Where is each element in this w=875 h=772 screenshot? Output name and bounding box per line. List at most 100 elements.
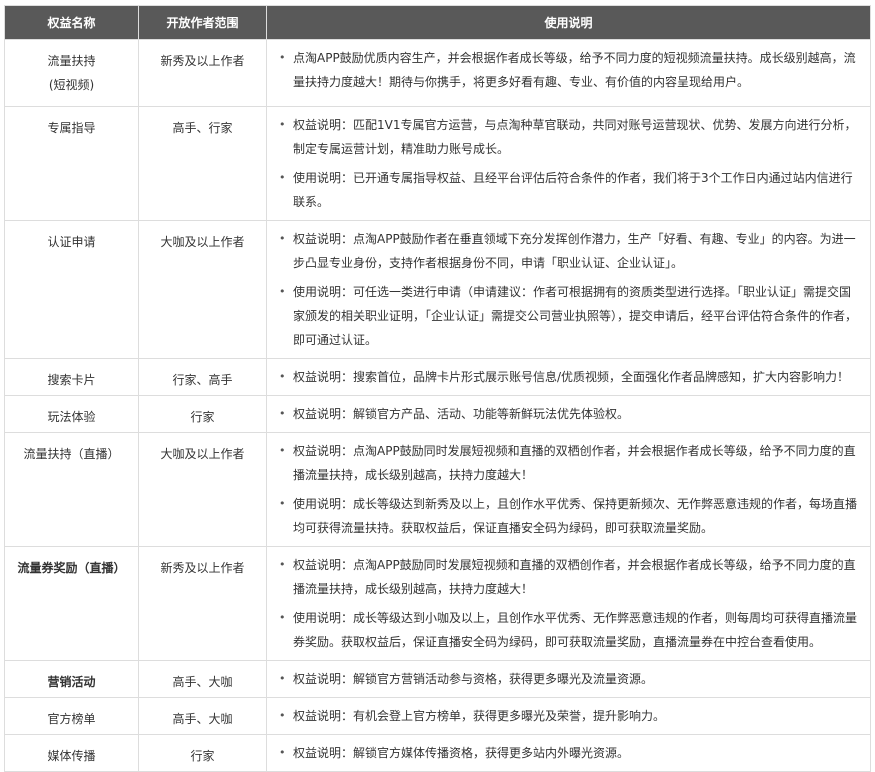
rights-name: 官方榜单 — [47, 712, 96, 726]
list-item: • 使用说明：成长等级达到新秀及以上，且创作水平优秀、保持更新频次、无作弊恶意违规… — [279, 492, 860, 540]
rights-name-cell: 流量券奖励（直播） — [4, 546, 139, 661]
rights-name-sub: (短视频) — [48, 78, 95, 92]
bullet-icon: • — [279, 51, 286, 64]
usage-notes-list: • 权益说明：点淘APP鼓励同时发展短视频和直播的双栖创作者，并会根据作者成长等级… — [279, 439, 860, 540]
rights-name: 流量扶持（直播） — [23, 447, 120, 461]
list-item: • 权益说明：匹配1V1专属官方运营，与点淘种草官联动，共同对账号运营现状、优势、… — [279, 113, 860, 161]
list-item: • 权益说明：解锁官方产品、活动、功能等新鲜玩法优先体验权。 — [279, 402, 860, 426]
rights-name: 玩法体验 — [47, 410, 96, 424]
table-row: 营销活动 高手、大咖 • 权益说明：解锁官方营销活动参与资格，获得更多曝光及流量资源。 — [4, 660, 871, 698]
author-scope-cell: 高手、大咖 — [138, 697, 267, 735]
author-scope: 新秀及以上作者 — [160, 54, 245, 68]
table-row: 流量扶持（直播） 大咖及以上作者 • 权益说明：点淘APP鼓励同时发展短视频和直播的双… — [4, 432, 871, 547]
author-scope-cell: 行家 — [138, 395, 267, 433]
table-row: 流量扶持 (短视频) 新秀及以上作者 • 点淘APP鼓励优质内容生产，并会根据作者成长等… — [4, 39, 871, 107]
usage-notes-cell: • 权益说明：解锁官方产品、活动、功能等新鲜玩法优先体验权。 — [266, 395, 871, 433]
usage-notes-list: • 权益说明：解锁官方产品、活动、功能等新鲜玩法优先体验权。 — [279, 402, 860, 426]
author-scope-cell: 高手、行家 — [138, 106, 267, 221]
table-row: 专属指导 高手、行家 • 权益说明：匹配1V1专属官方运营，与点淘种草官联动，共同对账… — [4, 106, 871, 221]
usage-note-text: 权益说明：点淘APP鼓励同时发展短视频和直播的双栖创作者，并会根据作者成长等级，… — [293, 558, 856, 596]
bullet-icon: • — [279, 285, 286, 298]
list-item: • 点淘APP鼓励优质内容生产，并会根据作者成长等级，给予不同力度的短视频流量扶持… — [279, 46, 860, 94]
bullet-icon: • — [279, 118, 286, 131]
author-scope: 行家、高手 — [172, 373, 233, 387]
rights-name: 流量扶持 — [47, 54, 96, 68]
usage-notes-list: • 权益说明：点淘APP鼓励同时发展短视频和直播的双栖创作者，并会根据作者成长等级… — [279, 553, 860, 654]
author-scope-cell: 大咖及以上作者 — [138, 432, 267, 547]
usage-notes-cell: • 点淘APP鼓励优质内容生产，并会根据作者成长等级，给予不同力度的短视频流量扶持… — [266, 39, 871, 107]
usage-notes-cell: • 权益说明：点淘APP鼓励同时发展短视频和直播的双栖创作者，并会根据作者成长等级… — [266, 432, 871, 547]
list-item: • 权益说明：有机会登上官方榜单，获得更多曝光及荣誉，提升影响力。 — [279, 704, 860, 728]
rights-name-cell: 玩法体验 — [4, 395, 139, 433]
usage-note-text: 权益说明：点淘APP鼓励同时发展短视频和直播的双栖创作者，并会根据作者成长等级，… — [293, 444, 856, 482]
author-scope-cell: 行家、高手 — [138, 358, 267, 396]
usage-notes-list: • 权益说明：点淘APP鼓励作者在垂直领域下充分发挥创作潜力，生产「好看、有趣、专… — [279, 227, 860, 352]
list-item: • 权益说明：搜索首位，品牌卡片形式展示账号信息/优质视频，全面强化作者品牌感知，… — [279, 365, 860, 389]
list-item: • 权益说明：解锁官方营销活动参与资格，获得更多曝光及流量资源。 — [279, 667, 860, 691]
list-item: • 权益说明：点淘APP鼓励同时发展短视频和直播的双栖创作者，并会根据作者成长等级… — [279, 439, 860, 487]
rights-name-cell: 流量扶持（直播） — [4, 432, 139, 547]
usage-note-text: 权益说明：解锁官方营销活动参与资格，获得更多曝光及流量资源。 — [293, 672, 654, 686]
usage-note-text: 权益说明：搜索首位，品牌卡片形式展示账号信息/优质视频，全面强化作者品牌感知，扩… — [293, 370, 850, 384]
author-scope-cell: 高手、大咖 — [138, 660, 267, 698]
rights-name: 搜索卡片 — [47, 373, 96, 387]
table-header: 权益名称 开放作者范围 使用说明 — [4, 5, 871, 40]
header-author-scope: 开放作者范围 — [138, 5, 267, 40]
usage-note-text: 使用说明：已开通专属指导权益、且经平台评估后符合条件的作者，我们将于3个工作日内… — [293, 171, 853, 209]
bullet-icon: • — [279, 746, 286, 759]
table-row: 搜索卡片 行家、高手 • 权益说明：搜索首位，品牌卡片形式展示账号信息/优质视频，全面… — [4, 358, 871, 396]
usage-notes-list: • 点淘APP鼓励优质内容生产，并会根据作者成长等级，给予不同力度的短视频流量扶持… — [279, 46, 860, 94]
rights-name: 流量券奖励（直播） — [17, 561, 126, 575]
author-scope-cell: 新秀及以上作者 — [138, 39, 267, 107]
table-row: 流量券奖励（直播） 新秀及以上作者 • 权益说明：点淘APP鼓励同时发展短视频和直播的… — [4, 546, 871, 661]
usage-notes-cell: • 权益说明：点淘APP鼓励同时发展短视频和直播的双栖创作者，并会根据作者成长等级… — [266, 546, 871, 661]
rights-name: 认证申请 — [47, 235, 96, 249]
usage-notes-list: • 权益说明：有机会登上官方榜单，获得更多曝光及荣誉，提升影响力。 — [279, 704, 860, 728]
header-rights-name: 权益名称 — [4, 5, 139, 40]
list-item: • 使用说明：已开通专属指导权益、且经平台评估后符合条件的作者，我们将于3个工作日… — [279, 166, 860, 214]
rights-name-cell: 专属指导 — [4, 106, 139, 221]
list-item: • 使用说明：可任选一类进行申请（申请建议：作者可根据拥有的资质类型进行选择。「职… — [279, 280, 860, 352]
bullet-icon: • — [279, 611, 286, 624]
author-scope: 高手、大咖 — [172, 675, 233, 689]
usage-note-text: 使用说明：成长等级达到小咖及以上，且创作水平优秀、无作弊恶意违规的作者，则每周均… — [293, 611, 858, 649]
usage-notes-cell: • 权益说明：解锁官方媒体传播资格，获得更多站内外曝光资源。 — [266, 734, 871, 772]
usage-note-text: 权益说明：匹配1V1专属官方运营，与点淘种草官联动，共同对账号运营现状、优势、发… — [293, 118, 857, 156]
author-scope: 高手、行家 — [172, 121, 233, 135]
table-row: 官方榜单 高手、大咖 • 权益说明：有机会登上官方榜单，获得更多曝光及荣誉，提升影响力… — [4, 697, 871, 735]
rights-name-cell: 营销活动 — [4, 660, 139, 698]
author-scope-cell: 大咖及以上作者 — [138, 220, 267, 359]
rights-name-cell: 官方榜单 — [4, 697, 139, 735]
bullet-icon: • — [279, 709, 286, 722]
usage-note-text: 使用说明：可任选一类进行申请（申请建议：作者可根据拥有的资质类型进行选择。「职业… — [293, 285, 858, 347]
author-scope-cell: 新秀及以上作者 — [138, 546, 267, 661]
usage-notes-cell: • 权益说明：有机会登上官方榜单，获得更多曝光及荣誉，提升影响力。 — [266, 697, 871, 735]
rights-name: 专属指导 — [47, 121, 96, 135]
bullet-icon: • — [279, 171, 286, 184]
usage-notes-cell: • 权益说明：解锁官方营销活动参与资格，获得更多曝光及流量资源。 — [266, 660, 871, 698]
table-row: 媒体传播 行家 • 权益说明：解锁官方媒体传播资格，获得更多站内外曝光资源。 — [4, 734, 871, 772]
usage-notes-cell: • 权益说明：搜索首位，品牌卡片形式展示账号信息/优质视频，全面强化作者品牌感知，… — [266, 358, 871, 396]
rights-name-cell: 媒体传播 — [4, 734, 139, 772]
author-scope: 行家 — [190, 410, 215, 424]
header-usage-notes: 使用说明 — [266, 5, 871, 40]
bullet-icon: • — [279, 370, 286, 383]
usage-notes-cell: • 权益说明：点淘APP鼓励作者在垂直领域下充分发挥创作潜力，生产「好看、有趣、专… — [266, 220, 871, 359]
list-item: • 权益说明：点淘APP鼓励同时发展短视频和直播的双栖创作者，并会根据作者成长等级… — [279, 553, 860, 601]
author-scope: 行家 — [190, 749, 215, 763]
rights-name-cell: 搜索卡片 — [4, 358, 139, 396]
rights-name: 营销活动 — [47, 675, 96, 689]
bullet-icon: • — [279, 444, 286, 457]
usage-notes-cell: • 权益说明：匹配1V1专属官方运营，与点淘种草官联动，共同对账号运营现状、优势、… — [266, 106, 871, 221]
usage-note-text: 权益说明：解锁官方产品、活动、功能等新鲜玩法优先体验权。 — [293, 407, 630, 421]
usage-note-text: 使用说明：成长等级达到新秀及以上，且创作水平优秀、保持更新频次、无作弊恶意违规的… — [293, 497, 858, 535]
rights-table: 权益名称 开放作者范围 使用说明 流量扶持 (短视频) 新秀及以上作者 • 点淘APP鼓… — [4, 5, 871, 772]
usage-note-text: 权益说明：解锁官方媒体传播资格，获得更多站内外曝光资源。 — [293, 746, 630, 760]
usage-note-text: 权益说明：点淘APP鼓励作者在垂直领域下充分发挥创作潜力，生产「好看、有趣、专业… — [293, 232, 856, 270]
list-item: • 权益说明：点淘APP鼓励作者在垂直领域下充分发挥创作潜力，生产「好看、有趣、专… — [279, 227, 860, 275]
rights-name-cell: 流量扶持 (短视频) — [4, 39, 139, 107]
bullet-icon: • — [279, 407, 286, 420]
rights-name-cell: 认证申请 — [4, 220, 139, 359]
table-row: 认证申请 大咖及以上作者 • 权益说明：点淘APP鼓励作者在垂直领域下充分发挥创作潜力… — [4, 220, 871, 359]
list-item: • 使用说明：成长等级达到小咖及以上，且创作水平优秀、无作弊恶意违规的作者，则每周… — [279, 606, 860, 654]
